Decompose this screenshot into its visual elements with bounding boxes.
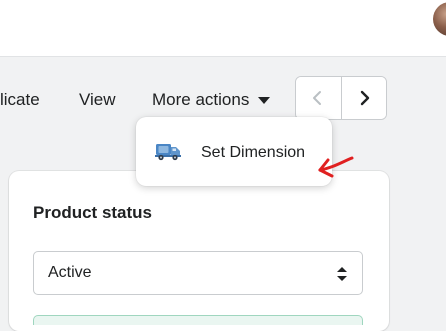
delivery-truck-icon <box>155 144 181 161</box>
product-pagination <box>295 76 387 120</box>
select-updown-icon <box>337 267 347 281</box>
red-arrow-annotation <box>318 156 354 178</box>
status-select[interactable]: Active <box>33 251 363 295</box>
more-actions-dropdown: Set Dimension <box>136 117 332 186</box>
more-actions-button[interactable]: More actions <box>152 90 271 110</box>
chevron-right-icon <box>360 90 369 106</box>
user-avatar[interactable] <box>433 2 446 36</box>
menu-item-label: Set Dimension <box>201 144 306 161</box>
next-product-button[interactable] <box>341 77 386 119</box>
top-bar <box>0 0 446 57</box>
caret-down-icon <box>258 97 271 104</box>
view-action[interactable]: View <box>79 90 116 110</box>
more-actions-label: More actions <box>152 90 250 109</box>
status-select-value: Active <box>48 264 92 281</box>
duplicate-action[interactable]: licate <box>0 90 40 110</box>
product-status-title: Product status <box>33 203 153 222</box>
previous-product-button[interactable] <box>296 77 342 119</box>
chevron-left-icon <box>313 91 322 105</box>
product-status-card: Product status Active <box>9 171 389 331</box>
menu-item-set-dimension[interactable]: Set Dimension <box>136 117 332 186</box>
